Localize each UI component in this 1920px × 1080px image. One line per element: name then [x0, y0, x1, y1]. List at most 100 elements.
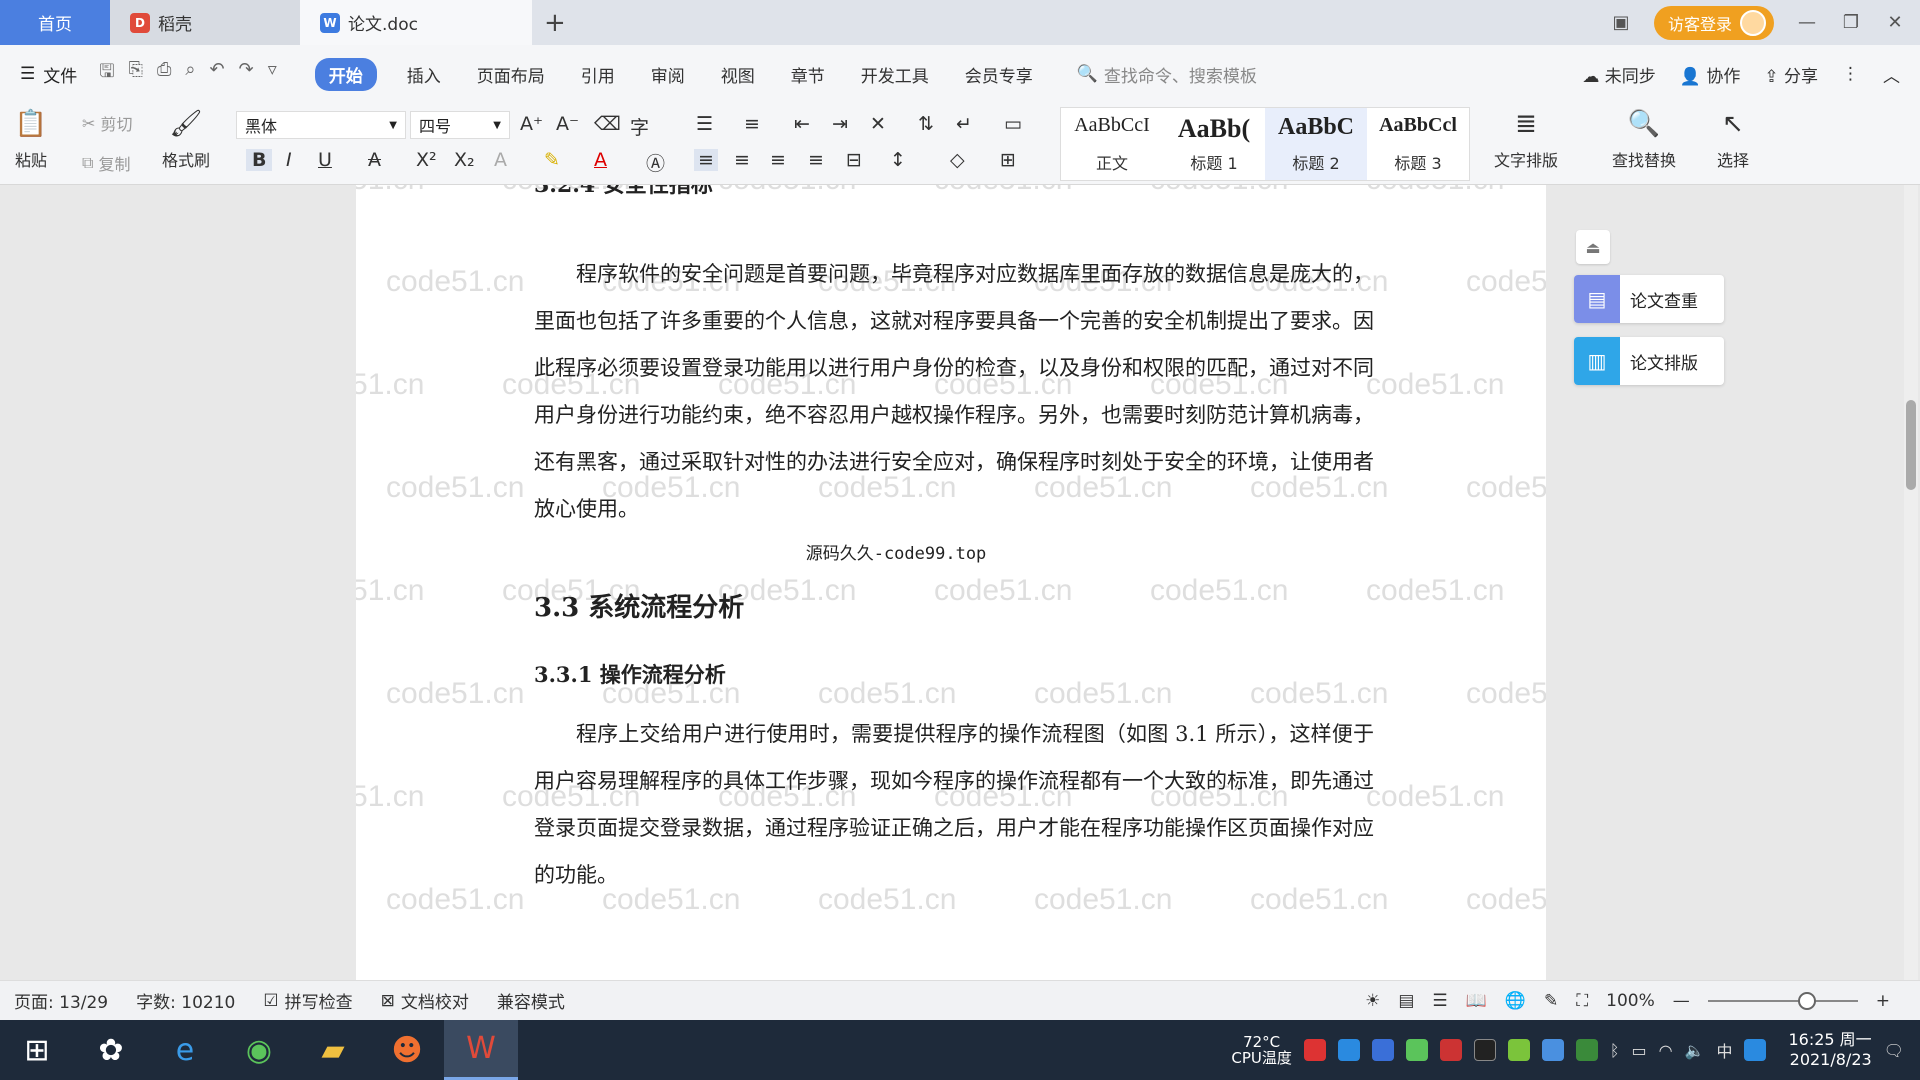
- style-heading-1[interactable]: AaBb( 标题 1: [1163, 108, 1265, 180]
- phonetic-icon[interactable]: 字: [630, 113, 649, 140]
- guest-login-button[interactable]: 访客登录: [1653, 5, 1774, 40]
- bluetooth-icon[interactable]: ᛒ: [1610, 1041, 1620, 1060]
- bold-icon[interactable]: B: [246, 149, 273, 171]
- font-size-select[interactable]: 四号 ▼: [410, 111, 510, 139]
- select-button[interactable]: ↖ 选择: [1716, 107, 1750, 171]
- align-right-icon[interactable]: ≡: [770, 149, 786, 171]
- customize-dropdown-icon[interactable]: ▿: [268, 59, 277, 89]
- style-heading-3[interactable]: AaBbCcl 标题 3: [1367, 108, 1469, 180]
- fit-page-icon[interactable]: ⛶: [1576, 991, 1588, 1011]
- menu-chapter[interactable]: 章节: [791, 62, 825, 87]
- print-icon[interactable]: ⎙: [157, 59, 171, 89]
- copy-button[interactable]: ⧉ 复制: [82, 151, 131, 175]
- justify-icon[interactable]: ≡: [808, 149, 824, 171]
- tab-daoke[interactable]: D 稻壳: [110, 0, 300, 45]
- paste-button[interactable]: 📋 粘贴: [14, 107, 48, 171]
- wifi-icon[interactable]: ◠: [1659, 1041, 1673, 1060]
- file-menu[interactable]: ☰ 文件: [20, 62, 77, 87]
- tab-home[interactable]: 首页: [0, 0, 110, 45]
- input-method-icon[interactable]: [1744, 1039, 1767, 1061]
- format-painter-button[interactable]: 🖌 格式刷: [162, 107, 210, 171]
- zoom-out-icon[interactable]: —: [1673, 991, 1690, 1011]
- font-color-icon[interactable]: A: [594, 149, 607, 171]
- windows-start-icon[interactable]: ⊞: [0, 1020, 74, 1080]
- italic-icon[interactable]: I: [286, 149, 292, 171]
- sync-button[interactable]: ☁ 未同步: [1582, 62, 1655, 87]
- tab-document[interactable]: W 论文.doc: [300, 0, 532, 45]
- show-marks-icon[interactable]: ↵: [956, 113, 972, 135]
- file-explorer-icon[interactable]: ▰: [296, 1020, 370, 1080]
- find-replace-button[interactable]: 🔍 查找替换: [1612, 107, 1676, 171]
- panel-collapse-button[interactable]: ⏏: [1576, 230, 1610, 264]
- app-icon[interactable]: ☻: [370, 1020, 444, 1080]
- zoom-level[interactable]: 100%: [1606, 991, 1655, 1011]
- battery-icon[interactable]: ▭: [1631, 1041, 1646, 1060]
- volume-icon[interactable]: 🔈: [1685, 1041, 1705, 1060]
- chinese-layout-icon[interactable]: ✕: [870, 113, 886, 135]
- redo-icon[interactable]: ↷: [239, 59, 254, 89]
- char-border-icon[interactable]: Ⓐ: [646, 149, 665, 176]
- spell-check-button[interactable]: ☑ 拼写检查: [263, 988, 352, 1014]
- clock[interactable]: 16:25 周一 2021/8/23: [1788, 1030, 1871, 1070]
- bullets-icon[interactable]: ☰: [696, 113, 713, 135]
- ruler-icon[interactable]: ▭: [1004, 113, 1022, 135]
- sort-icon[interactable]: ⇅: [918, 113, 934, 135]
- more-icon[interactable]: ⋮: [1842, 64, 1859, 84]
- menu-start[interactable]: 开始: [314, 57, 377, 91]
- text-effect-icon[interactable]: A: [494, 149, 507, 171]
- outline-view-icon[interactable]: ☰: [1432, 991, 1447, 1011]
- shrink-font-icon[interactable]: A⁻: [556, 113, 579, 135]
- grow-font-icon[interactable]: A⁺: [520, 113, 543, 135]
- align-left-icon[interactable]: ≡: [694, 149, 718, 171]
- menu-insert[interactable]: 插入: [407, 62, 441, 87]
- text-layout-button[interactable]: ≣ 文字排版: [1494, 107, 1558, 171]
- menu-view[interactable]: 视图: [721, 62, 755, 87]
- web-view-icon[interactable]: 🌐: [1505, 991, 1526, 1011]
- shield-icon[interactable]: [1371, 1039, 1394, 1061]
- share-button[interactable]: ⇪ 分享: [1764, 62, 1818, 87]
- restore-icon[interactable]: ❐: [1840, 12, 1862, 33]
- undo-icon[interactable]: ↶: [210, 59, 225, 89]
- align-center-icon[interactable]: ≡: [734, 149, 750, 171]
- borders-icon[interactable]: ⊞: [1000, 149, 1016, 171]
- font-family-select[interactable]: 黑体 ▼: [236, 111, 406, 139]
- notification-icon[interactable]: 🗨: [1884, 1041, 1904, 1060]
- close-icon[interactable]: ✕: [1884, 12, 1906, 33]
- command-search[interactable]: 🔍 查找命令、搜索模板: [1077, 62, 1257, 87]
- page-indicator[interactable]: 页面: 13/29: [14, 988, 108, 1013]
- menu-references[interactable]: 引用: [581, 62, 615, 87]
- write-mode-icon[interactable]: ✎: [1544, 991, 1558, 1011]
- collapse-ribbon-icon[interactable]: ︿: [1883, 62, 1900, 87]
- subscript-icon[interactable]: X₂: [454, 149, 475, 171]
- collab-button[interactable]: 👤 协作: [1680, 62, 1741, 87]
- tray-app-icon[interactable]: [1507, 1039, 1530, 1061]
- style-heading-2[interactable]: AaBbC 标题 2: [1265, 108, 1367, 180]
- ie-browser-icon[interactable]: e: [148, 1020, 222, 1080]
- proofread-button[interactable]: ⊠ 文档校对: [381, 988, 469, 1014]
- underline-icon[interactable]: U: [318, 149, 332, 171]
- paper-check-button[interactable]: ▤ 论文查重: [1574, 275, 1724, 323]
- increase-indent-icon[interactable]: ⇥: [832, 113, 848, 135]
- qq-icon[interactable]: [1473, 1039, 1496, 1061]
- nvidia-icon[interactable]: [1575, 1039, 1598, 1061]
- zoom-slider-knob[interactable]: [1797, 991, 1816, 1010]
- page-view-icon[interactable]: ▤: [1398, 991, 1414, 1011]
- browser-360-icon[interactable]: ◉: [222, 1020, 296, 1080]
- distribute-icon[interactable]: ⊟: [846, 149, 862, 171]
- wps-taskbar-icon[interactable]: W: [444, 1020, 518, 1080]
- menu-member[interactable]: 会员专享: [965, 62, 1033, 87]
- print-preview-icon[interactable]: ⌕: [185, 59, 195, 89]
- strikethrough-icon[interactable]: A: [368, 149, 381, 171]
- search-app-icon[interactable]: ✿: [74, 1020, 148, 1080]
- layout-icon[interactable]: ▣: [1610, 12, 1632, 33]
- decrease-indent-icon[interactable]: ⇤: [794, 113, 810, 135]
- export-icon[interactable]: ⎘: [129, 59, 143, 89]
- word-count[interactable]: 字数: 10210: [136, 988, 235, 1013]
- save-icon[interactable]: 🖫: [99, 59, 114, 89]
- tray-app-icon[interactable]: [1439, 1039, 1462, 1061]
- document-page[interactable]: code51.cn code51.cn code51.cn code51.cn code…: [356, 185, 1546, 980]
- zoom-in-icon[interactable]: +: [1876, 991, 1890, 1011]
- menu-page-layout[interactable]: 页面布局: [477, 62, 545, 87]
- new-tab-button[interactable]: +: [532, 0, 578, 45]
- clear-format-icon[interactable]: ⌫: [594, 113, 621, 135]
